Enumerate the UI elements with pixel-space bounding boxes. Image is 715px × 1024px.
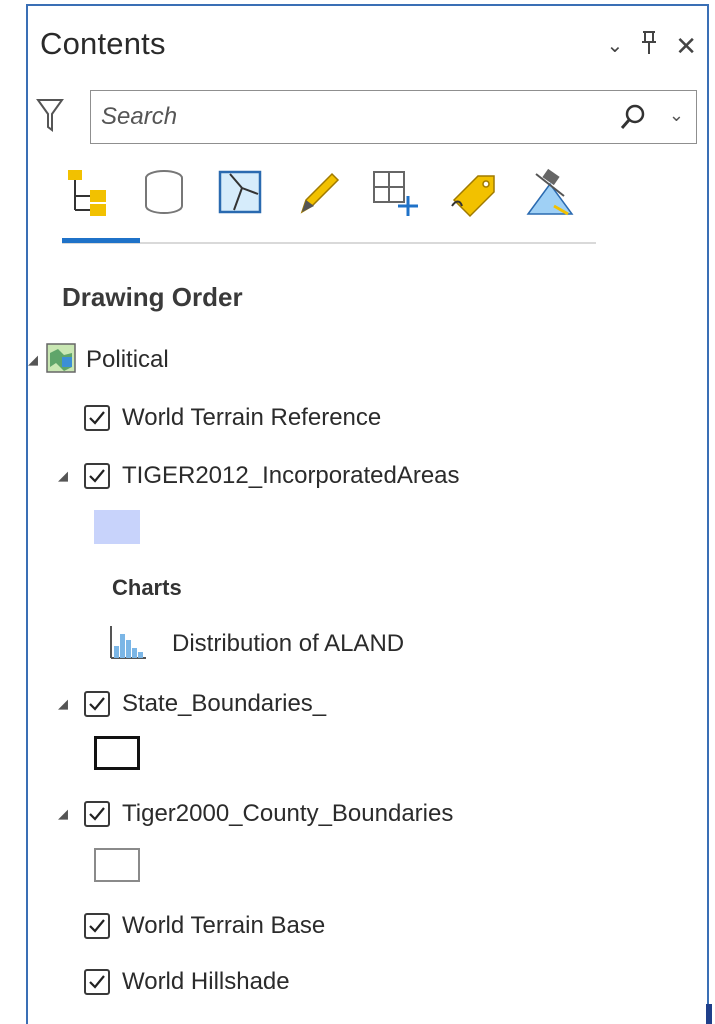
layer-visibility-checkbox[interactable] [84,913,110,939]
filter-icon[interactable] [36,96,66,136]
fill-symbol-swatch[interactable] [94,510,140,544]
pin-icon[interactable] [639,30,659,62]
pane-actions: ⌄ ✕ [606,30,697,62]
layer-world-terrain-base[interactable]: World Terrain Base [84,906,325,946]
layer-visibility-checkbox[interactable] [84,969,110,995]
layer-visibility-checkbox[interactable] [84,801,110,827]
layer-label: World Terrain Base [122,912,326,939]
layer-world-hillshade[interactable]: World Hillshade [84,962,290,1002]
collapse-triangle-icon[interactable]: ◢ [28,352,46,368]
layer-world-terrain-reference[interactable]: World Terrain Reference [84,398,381,438]
layer-visibility-checkbox[interactable] [84,691,110,717]
histogram-chart-icon [108,624,148,665]
outline-symbol-swatch[interactable] [94,848,140,882]
list-by-perspective-imagery-icon[interactable] [524,166,576,218]
search-row: ⌄ [36,90,697,146]
layer-visibility-checkbox[interactable] [84,405,110,431]
charts-group: Charts [112,568,182,608]
contents-pane: Contents ⌄ ✕ ⌄ [26,4,709,1024]
list-by-drawing-order-icon[interactable] [62,166,114,218]
layer-tiger2012-incorporated-areas[interactable]: ◢ TIGER2012_IncorporatedAreas [58,456,460,496]
layer-label: World Hillshade [122,968,290,995]
search-icon[interactable] [618,102,648,132]
layer-state-boundaries[interactable]: ◢ State_Boundaries_ [58,684,326,724]
toolbar-divider [62,242,596,244]
layer-visibility-checkbox[interactable] [84,463,110,489]
drawing-order-heading: Drawing Order [62,282,243,312]
active-tab-indicator [62,238,140,243]
map-node-political[interactable]: ◢ Political [28,340,169,380]
window-edge-mark [706,1004,712,1024]
list-by-data-source-icon[interactable] [138,166,190,218]
pane-title-bar: Contents ⌄ ✕ [40,26,697,70]
list-by-selection-icon[interactable] [216,166,268,218]
outline-symbol-swatch[interactable] [94,736,140,770]
close-icon[interactable]: ✕ [675,31,697,61]
layer-label: Tiger2000_County_Boundaries [122,800,454,827]
map-icon [46,342,76,378]
collapse-triangle-icon[interactable]: ◢ [58,696,76,712]
search-input[interactable] [101,97,541,137]
chevron-down-icon[interactable]: ⌄ [606,31,623,61]
search-options-chevron-icon[interactable]: ⌄ [669,105,684,126]
collapse-triangle-icon[interactable]: ◢ [58,806,76,822]
chart-item-distribution-of-aland[interactable]: Distribution of ALAND [108,624,404,664]
chart-label: Distribution of ALAND [172,630,405,657]
list-by-toolbar [62,166,602,246]
layer-label: World Terrain Reference [122,404,382,431]
map-label: Political [86,346,169,373]
layer-tiger2000-county-boundaries[interactable]: ◢ Tiger2000_County_Boundaries [58,794,453,834]
pane-title: Contents [40,26,166,61]
layer-label: TIGER2012_IncorporatedAreas [122,462,460,489]
collapse-triangle-icon[interactable]: ◢ [58,468,76,484]
charts-heading: Charts [112,575,182,600]
list-by-labeling-icon[interactable] [448,166,500,218]
list-by-snapping-icon[interactable] [370,166,422,218]
layer-label: State_Boundaries_ [122,690,327,717]
search-box[interactable]: ⌄ [90,90,697,144]
list-by-editing-icon[interactable] [294,166,346,218]
